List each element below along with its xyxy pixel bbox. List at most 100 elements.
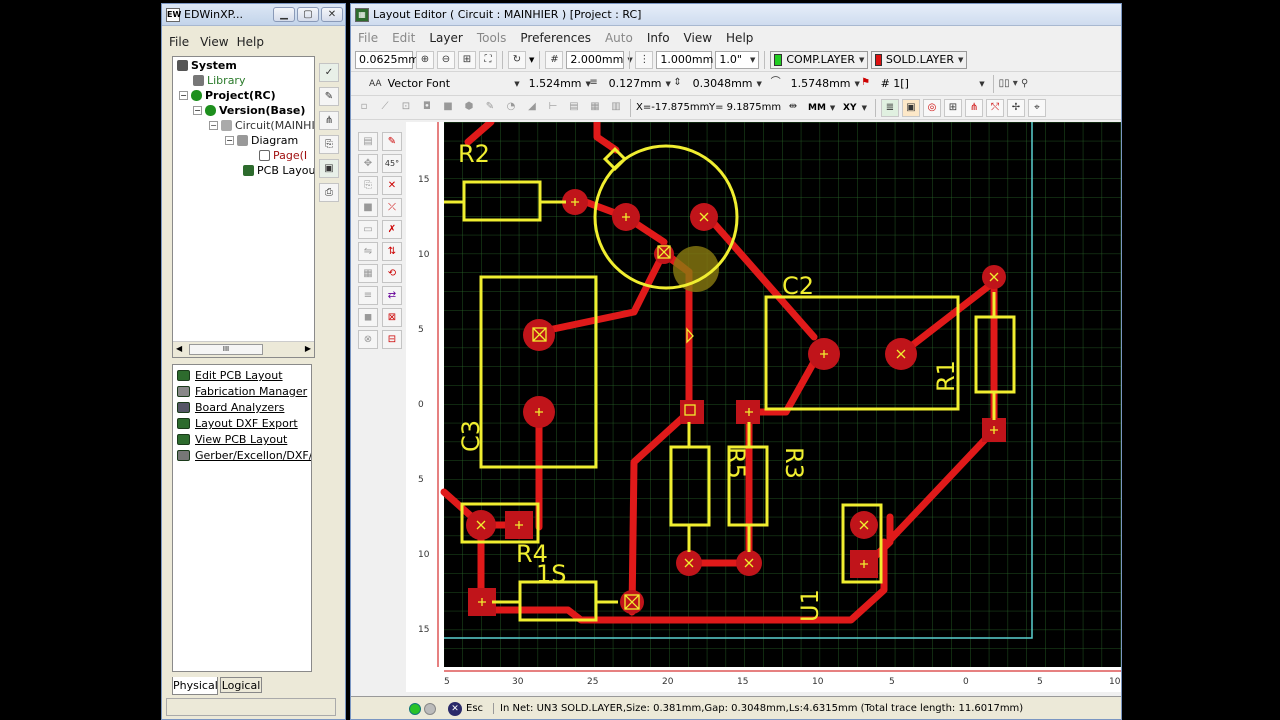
menu-help[interactable]: Help: [233, 35, 268, 49]
sold-layer-select[interactable]: SOLD.LAYER ▼: [871, 50, 968, 69]
menu-auto[interactable]: Auto: [598, 31, 640, 45]
group-icon[interactable]: ■: [358, 198, 378, 217]
tab-logical[interactable]: Logical: [220, 677, 262, 693]
units-select[interactable]: MM ▼: [805, 98, 837, 117]
scroll-thumb[interactable]: III: [189, 344, 263, 355]
minimize-button[interactable]: ▁: [273, 7, 295, 22]
target-icon[interactable]: ◎: [923, 98, 941, 117]
tree-node-pcb-layout[interactable]: PCB Layou: [243, 164, 314, 177]
component-icon[interactable]: ▣: [319, 159, 339, 178]
coord-mode-select[interactable]: XY ▼: [840, 98, 870, 117]
measure-distance-icon[interactable]: ⇹: [784, 99, 802, 117]
edit-part-icon[interactable]: ✎: [382, 132, 402, 151]
delete-part-icon[interactable]: ✕: [382, 176, 402, 195]
pad-stack-icon[interactable]: ≡: [358, 286, 378, 305]
fill-tool-icon[interactable]: ◢: [523, 99, 541, 117]
maximize-button[interactable]: ▢: [297, 7, 319, 22]
layers-icon[interactable]: ≣: [881, 98, 899, 117]
layout-editor-titlebar[interactable]: ▦ Layout Editor ( Circuit : MAINHIER ) […: [351, 4, 1121, 26]
grid-icon[interactable]: #: [545, 50, 564, 69]
command-board-analyzers[interactable]: Board Analyzers: [177, 401, 284, 414]
angle-select[interactable]: 1.0" ▼: [715, 50, 760, 69]
zoom-in-icon[interactable]: ⊕: [416, 50, 434, 69]
route-net-icon[interactable]: ⤲: [986, 98, 1004, 117]
via-icon[interactable]: ⊠: [382, 308, 402, 327]
arc-tool-icon[interactable]: ◔: [502, 99, 520, 117]
comp-layer-select[interactable]: COMP.LAYER ▼: [770, 50, 869, 69]
arc-select[interactable]: 1.5748mm ▼: [787, 74, 860, 93]
polygon-tool-icon[interactable]: ⬢: [460, 99, 478, 117]
flip-icon[interactable]: ⇅: [382, 242, 402, 261]
rotate-45-icon[interactable]: 45°: [382, 154, 402, 173]
pad-tool-icon[interactable]: ⊡: [397, 99, 415, 117]
trace-width-select[interactable]: 1.000mm▼: [656, 50, 723, 69]
menu-view[interactable]: View: [677, 31, 719, 45]
connector-icon[interactable]: ⋔: [319, 111, 339, 130]
layer-options-icon[interactable]: ▯▯ ▾ ⚲: [999, 78, 1029, 89]
net-select[interactable]: # 1[] ▼: [877, 74, 988, 93]
command-view-pcb-layout[interactable]: View PCB Layout: [177, 433, 287, 446]
zoom-window-icon[interactable]: ⊞: [458, 50, 476, 69]
menu-preferences[interactable]: Preferences: [513, 31, 598, 45]
drc-icon[interactable]: ⊞: [944, 98, 962, 117]
rats-nest-icon[interactable]: ⋔: [965, 98, 983, 117]
refresh-icon[interactable]: ↻: [508, 50, 526, 69]
tree-horizontal-scrollbar[interactable]: ◀ III ▶: [173, 341, 314, 357]
text-tool-icon[interactable]: ✎: [481, 99, 499, 117]
pcb-canvas[interactable]: 15 10 5 0 5 10 15 5 30 25 20 15 10 5 0 5…: [406, 122, 1121, 692]
print-icon[interactable]: ⎙: [319, 183, 339, 202]
scroll-left-icon[interactable]: ◀: [176, 344, 182, 353]
route-tool-icon[interactable]: ⟋: [376, 99, 394, 117]
menu-info[interactable]: Info: [640, 31, 677, 45]
tree-node-project[interactable]: − Project(RC): [179, 89, 276, 102]
tab-physical[interactable]: Physical: [172, 677, 218, 695]
menu-edit[interactable]: Edit: [385, 31, 422, 45]
dropdown-arrow-icon[interactable]: ▼: [529, 56, 534, 64]
array-icon[interactable]: ▦: [358, 264, 378, 283]
command-layout-dxf-export[interactable]: Layout DXF Export: [177, 417, 298, 430]
copy-icon[interactable]: ⎘: [319, 135, 339, 154]
layer-change-icon[interactable]: ⇄: [382, 286, 402, 305]
menu-layer[interactable]: Layer: [422, 31, 469, 45]
place-part-icon[interactable]: ▤: [358, 132, 378, 151]
net-highlight-icon[interactable]: ⟲: [382, 264, 402, 283]
measure-tool-icon[interactable]: ⊢: [544, 99, 562, 117]
thumbs-up-icon[interactable]: ✓: [319, 63, 339, 82]
pin-icon[interactable]: ⌖: [1028, 98, 1046, 117]
tree-node-version[interactable]: − Version(Base): [193, 104, 305, 117]
split-icon[interactable]: ⊟: [382, 330, 402, 349]
move-part-icon[interactable]: ✥: [358, 154, 378, 173]
project-tree[interactable]: System Library − Project(RC) − Version(B…: [172, 56, 315, 358]
rect-tool-icon[interactable]: ■: [439, 99, 457, 117]
snap-select[interactable]: 0.0625mm▼: [355, 50, 428, 69]
highlight-icon[interactable]: ▣: [902, 98, 920, 117]
clearance-select[interactable]: 0.3048mm ▼: [689, 74, 764, 93]
swap-icon[interactable]: ✗: [382, 220, 402, 239]
array-tool-icon[interactable]: ▦: [586, 99, 604, 117]
collapse-icon[interactable]: −: [179, 91, 188, 100]
menu-help[interactable]: Help: [719, 31, 760, 45]
tree-node-system[interactable]: System: [177, 59, 237, 72]
close-button[interactable]: ✕: [321, 7, 343, 22]
tree-node-page[interactable]: Page(I: [259, 149, 307, 162]
edit-icon[interactable]: ✎: [319, 87, 339, 106]
menu-file[interactable]: File: [351, 31, 385, 45]
hatch-tool-icon[interactable]: ▤: [565, 99, 583, 117]
command-edit-pcb-layout[interactable]: Edit PCB Layout: [177, 369, 283, 382]
collapse-icon[interactable]: −: [193, 106, 202, 115]
project-manager-titlebar[interactable]: EW EDWinXP... ▁ ▢ ✕: [162, 4, 345, 26]
trace-width-icon[interactable]: ⋮: [635, 50, 654, 69]
line-width-select[interactable]: 0.127mm ▼: [605, 74, 671, 93]
collapse-icon[interactable]: −: [225, 136, 234, 145]
esc-label[interactable]: Esc: [466, 703, 483, 714]
menu-tools[interactable]: Tools: [470, 31, 514, 45]
copy-part-icon[interactable]: ⎘: [358, 176, 378, 195]
select-tool-icon[interactable]: ▫: [355, 99, 373, 117]
mirror-icon[interactable]: ⇋: [358, 242, 378, 261]
zoom-fit-icon[interactable]: ⛶: [479, 50, 497, 69]
ungroup-icon[interactable]: ⤫: [382, 198, 402, 217]
esc-icon[interactable]: ✕: [448, 701, 462, 716]
font-select[interactable]: Vector Font ▼: [384, 74, 523, 93]
block-icon[interactable]: ◼: [358, 308, 378, 327]
grid-select[interactable]: 2.000mm▼: [566, 50, 633, 69]
